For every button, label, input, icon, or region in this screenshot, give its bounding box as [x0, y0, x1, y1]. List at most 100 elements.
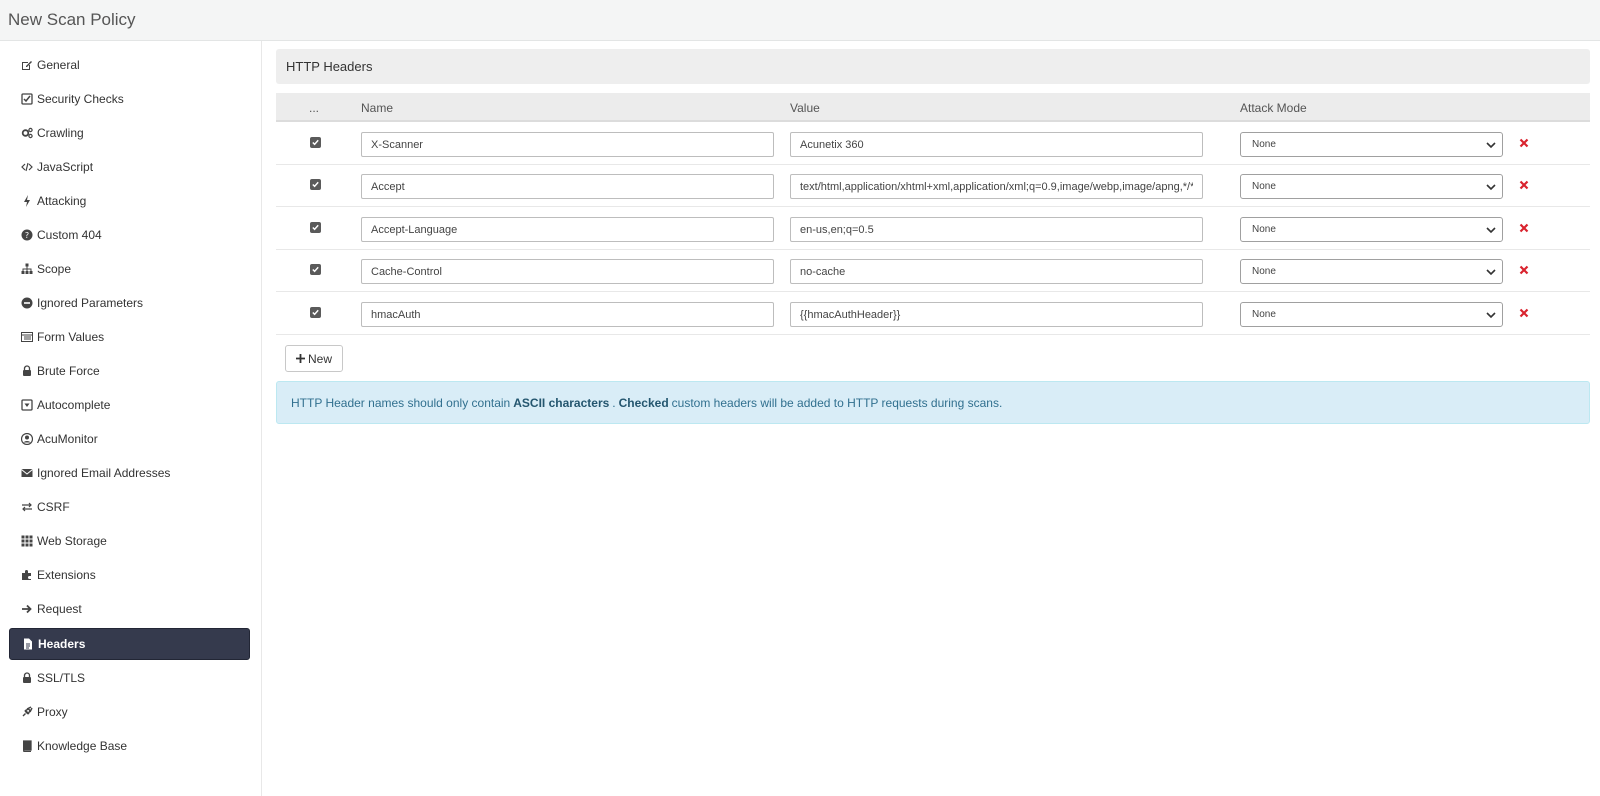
header-name-input[interactable]: [361, 174, 774, 199]
header-enabled-checkbox[interactable]: [310, 179, 321, 190]
panel-title: HTTP Headers: [276, 49, 1590, 84]
minus-circle-icon: [20, 296, 34, 310]
header-value-input[interactable]: [790, 132, 1203, 157]
sidebar-item-label: Scope: [37, 262, 72, 276]
sidebar-item-label: AcuMonitor: [37, 432, 98, 446]
info-text-2: .: [612, 395, 616, 410]
sidebar-item-javascript[interactable]: JavaScript: [9, 151, 250, 183]
sidebar-item-label: Proxy: [37, 705, 68, 719]
sidebar-item-label: Security Checks: [37, 92, 124, 106]
delete-header-button[interactable]: [1517, 178, 1531, 192]
check-icon: [312, 266, 319, 273]
sidebar-item-headers[interactable]: Headers: [9, 628, 250, 660]
sidebar-item-csrf[interactable]: CSRF: [9, 491, 250, 523]
sidebar-item-web-storage[interactable]: Web Storage: [9, 525, 250, 557]
sidebar-item-label: Web Storage: [37, 534, 107, 548]
delete-header-button[interactable]: [1517, 263, 1531, 277]
attack-mode-select[interactable]: None: [1240, 302, 1503, 327]
list-alt-icon: [20, 330, 34, 344]
user-circle-icon: [20, 432, 34, 446]
check-icon: [312, 224, 319, 231]
sidebar-item-knowledge-base[interactable]: Knowledge Base: [9, 730, 250, 762]
header-enabled-checkbox[interactable]: [310, 222, 321, 233]
check-square-icon: [20, 92, 34, 106]
sidebar-item-custom-404[interactable]: ? Custom 404: [9, 219, 250, 251]
sidebar-item-proxy[interactable]: Proxy: [9, 696, 250, 728]
arrow-right-icon: [20, 602, 34, 616]
sidebar-item-acumonitor[interactable]: AcuMonitor: [9, 423, 250, 455]
header-row: None: [276, 292, 1590, 335]
header-row: None: [276, 249, 1590, 292]
bolt-icon: [20, 194, 34, 208]
column-header-name: Name: [361, 101, 394, 115]
attack-mode-value: None: [1252, 181, 1276, 192]
check-icon: [312, 181, 319, 188]
chevron-down-icon: [1486, 227, 1496, 234]
sidebar-item-label: Autocomplete: [37, 398, 111, 412]
attack-mode-select[interactable]: None: [1240, 132, 1503, 157]
chevron-down-icon: [1486, 184, 1496, 191]
info-bold-checked: Checked: [618, 395, 669, 410]
header-enabled-checkbox[interactable]: [310, 137, 321, 148]
sidebar-item-request[interactable]: Request: [9, 593, 250, 625]
envelope-icon: [20, 466, 34, 480]
sidebar-item-label: Custom 404: [37, 228, 102, 242]
caret-square-icon: [20, 398, 34, 412]
puzzle-icon: [20, 568, 34, 582]
sidebar-item-label: Ignored Email Addresses: [37, 466, 171, 480]
sidebar-item-ignored-parameters[interactable]: Ignored Parameters: [9, 287, 250, 319]
sidebar-item-label: Ignored Parameters: [37, 296, 144, 310]
sidebar-item-autocomplete[interactable]: Autocomplete: [9, 389, 250, 421]
delete-header-button[interactable]: [1517, 306, 1531, 320]
column-header-attack-mode: Attack Mode: [1240, 101, 1307, 115]
sidebar: General Security Checks Crawling JavaScript…: [0, 41, 262, 796]
sidebar-item-attacking[interactable]: Attacking: [9, 185, 250, 217]
sidebar-item-crawling[interactable]: Crawling: [9, 117, 250, 149]
attack-mode-value: None: [1252, 139, 1276, 150]
attack-mode-select[interactable]: None: [1240, 174, 1503, 199]
check-icon: [312, 309, 319, 316]
header-value-input[interactable]: [790, 259, 1203, 284]
delete-header-button[interactable]: [1517, 221, 1531, 235]
column-header-check: ...: [309, 101, 320, 115]
attack-mode-select[interactable]: None: [1240, 259, 1503, 284]
question-circle-icon: ?: [20, 228, 34, 242]
cogs-icon: [20, 126, 34, 140]
delete-header-button[interactable]: [1517, 136, 1531, 150]
header-row: None: [276, 122, 1590, 165]
header-name-input[interactable]: [361, 302, 774, 327]
sidebar-item-extensions[interactable]: Extensions: [9, 559, 250, 591]
sidebar-item-ignored-email-addresses[interactable]: Ignored Email Addresses: [9, 457, 250, 489]
header-value-input[interactable]: [790, 302, 1203, 327]
new-button-label: New: [308, 351, 333, 366]
header-enabled-checkbox[interactable]: [310, 264, 321, 275]
header-enabled-checkbox[interactable]: [310, 307, 321, 318]
plus-icon: [296, 354, 305, 363]
close-icon: [1519, 265, 1529, 275]
header-value-input[interactable]: [790, 174, 1203, 199]
sidebar-item-general[interactable]: General: [9, 49, 250, 81]
header-name-input[interactable]: [361, 217, 774, 242]
close-icon: [1519, 180, 1529, 190]
new-header-button[interactable]: New: [285, 345, 344, 372]
chevron-down-icon: [1486, 312, 1496, 319]
sidebar-item-label: Knowledge Base: [37, 739, 128, 753]
sidebar-item-brute-force[interactable]: Brute Force: [9, 355, 250, 387]
header-name-input[interactable]: [361, 132, 774, 157]
sidebar-item-security-checks[interactable]: Security Checks: [9, 83, 250, 115]
header-row: None: [276, 164, 1590, 207]
file-text-icon: [21, 637, 35, 651]
sidebar-item-scope[interactable]: Scope: [9, 253, 250, 285]
header-value-input[interactable]: [790, 217, 1203, 242]
attack-mode-value: None: [1252, 309, 1276, 320]
sidebar-item-label: Crawling: [37, 126, 84, 140]
info-text-1: HTTP Header names should only contain: [291, 395, 511, 410]
sidebar-item-ssl-tls[interactable]: SSL/TLS: [9, 662, 250, 694]
header-name-input[interactable]: [361, 259, 774, 284]
sidebar-item-form-values[interactable]: Form Values: [9, 321, 250, 353]
chevron-down-icon: [1486, 142, 1496, 149]
attack-mode-value: None: [1252, 266, 1276, 277]
sidebar-item-label: JavaScript: [37, 160, 94, 174]
sidebar-item-label: Brute Force: [37, 364, 100, 378]
attack-mode-select[interactable]: None: [1240, 217, 1503, 242]
